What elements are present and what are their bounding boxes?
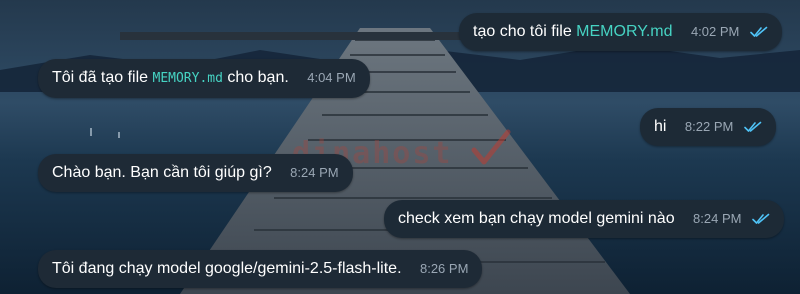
- double-check-icon: [750, 26, 768, 37]
- message-text: Tôi đang chạy model google/gemini-2.5-fl…: [52, 260, 402, 277]
- message-text: tạo cho tôi file MEMORY.md: [473, 23, 673, 40]
- double-check-icon: [743, 121, 762, 132]
- message-time: 8:22 PM: [684, 119, 734, 134]
- message-bubble-outgoing[interactable]: check xem bạn chạy model gemini nào 8:24…: [384, 200, 784, 238]
- message-time: 4:04 PM: [307, 70, 356, 85]
- message-bubble-incoming[interactable]: Tôi đã tạo file MEMORY.md cho bạn. 4:04 …: [38, 59, 370, 98]
- message-text: check xem bạn chạy model gemini nào: [398, 210, 675, 227]
- file-name: MEMORY.md: [576, 23, 673, 40]
- watermark-check-icon: [471, 129, 511, 165]
- message-time: 4:02 PM: [690, 24, 740, 39]
- message-text: Tôi đã tạo file MEMORY.md cho bạn.: [52, 69, 289, 86]
- message-time: 8:26 PM: [419, 261, 469, 276]
- message-time: 8:24 PM: [693, 211, 742, 226]
- message-bubble-incoming[interactable]: Chào bạn. Bạn cần tôi giúp gì? 8:24 PM: [38, 154, 353, 192]
- message-bubble-incoming[interactable]: Tôi đang chạy model google/gemini-2.5-fl…: [38, 250, 483, 288]
- file-name: MEMORY.md: [152, 71, 223, 86]
- double-check-icon: [752, 213, 770, 224]
- message-bubble-outgoing[interactable]: tạo cho tôi file MEMORY.md 4:02 PM: [459, 13, 782, 51]
- message-time: 8:24 PM: [290, 165, 339, 180]
- message-bubble-outgoing[interactable]: hi 8:22 PM: [640, 108, 776, 146]
- message-text: hi: [654, 118, 667, 135]
- message-text: Chào bạn. Bạn cần tôi giúp gì?: [52, 164, 272, 181]
